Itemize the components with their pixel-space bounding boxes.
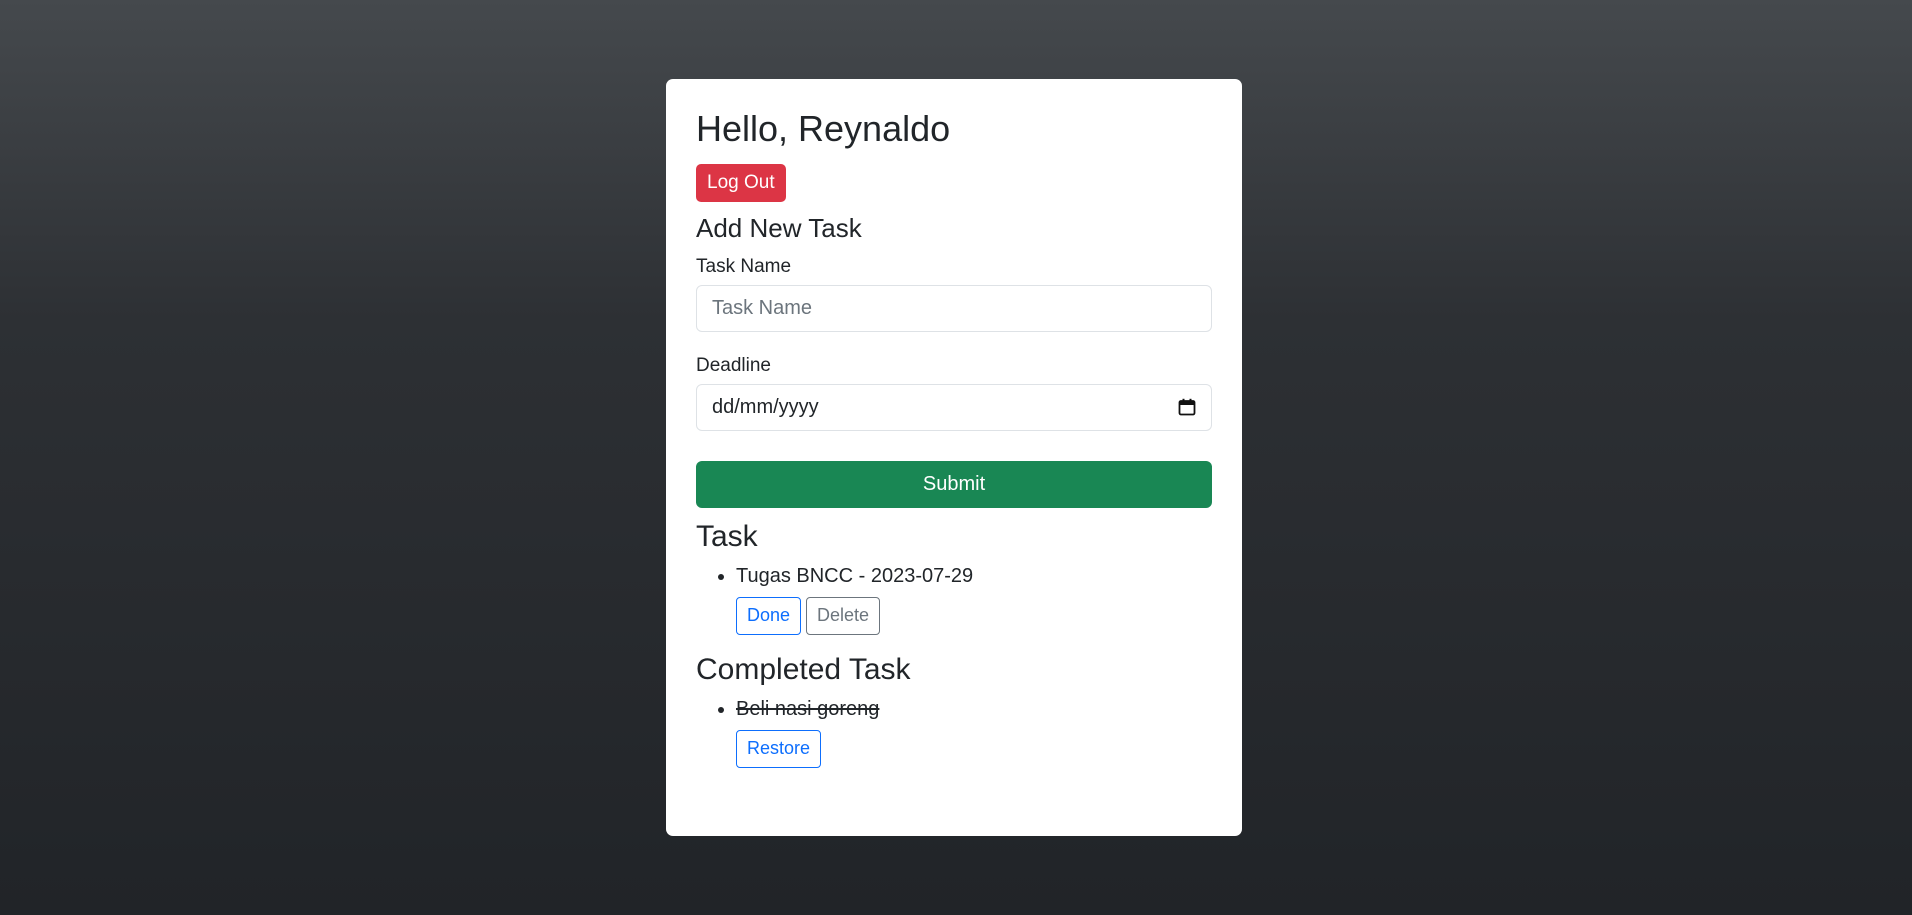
restore-button[interactable]: Restore	[736, 729, 822, 768]
delete-button[interactable]: Delete	[806, 596, 881, 635]
deadline-placeholder: dd/mm/yyyy	[712, 395, 819, 418]
deadline-date-input[interactable]: dd/mm/yyyy	[696, 383, 1212, 431]
task-name-label: Task Name	[696, 256, 792, 278]
completed-task-heading: Completed Task	[696, 652, 911, 686]
todo-card: Hello, Reynaldo Log Out Add New Task Tas…	[666, 79, 1242, 836]
task-list: Tugas BNCC - 2023-07-29 Done Delete	[696, 563, 1212, 635]
completed-task-text: Beli nasi goreng	[736, 697, 880, 720]
task-name-input[interactable]	[696, 284, 1212, 332]
calendar-icon[interactable]	[1178, 398, 1196, 416]
logout-button[interactable]: Log Out	[696, 164, 786, 202]
add-task-heading: Add New Task	[696, 213, 862, 243]
submit-button[interactable]: Submit	[696, 460, 1212, 508]
completed-task-list: Beli nasi goreng Restore	[696, 696, 1212, 768]
deadline-label: Deadline	[696, 354, 771, 376]
task-item: Tugas BNCC - 2023-07-29 Done Delete	[736, 563, 1212, 635]
task-heading: Task	[696, 519, 758, 553]
completed-task-item: Beli nasi goreng Restore	[736, 696, 1212, 768]
done-button[interactable]: Done	[736, 596, 802, 635]
greeting-heading: Hello, Reynaldo	[696, 108, 951, 149]
completed-task-actions: Restore	[736, 729, 1212, 768]
task-actions: Done Delete	[736, 596, 1212, 635]
task-item-text: Tugas BNCC - 2023-07-29	[736, 564, 974, 587]
